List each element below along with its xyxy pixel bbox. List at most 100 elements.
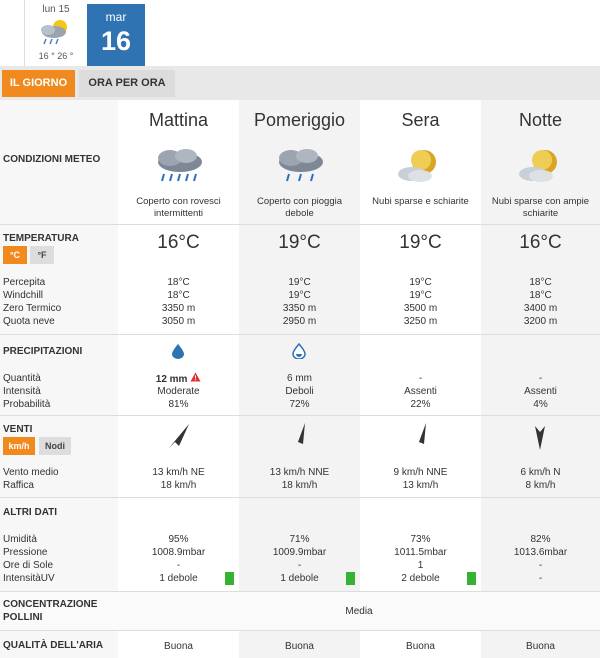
temperature-section: TEMPERATURA °C °F 16°C 19°C 19°C 16°C Pe… <box>0 225 600 335</box>
cell: 95% <box>168 534 189 545</box>
col-pomeriggio: Pomeriggio <box>253 110 346 130</box>
row-label-intensita-uv: IntensitàUV <box>3 573 55 584</box>
rain-drop-outline-icon <box>292 343 306 359</box>
row-label-probabilita: Probabilità <box>3 399 51 410</box>
view-tabs: IL GIORNO ORA PER ORA <box>0 66 600 100</box>
wind-section: VENTI km/h Nodi Vento medio Raffica 13 k… <box>0 416 600 498</box>
cell: 1009.9mbar <box>272 547 327 558</box>
cell: 3200 m <box>523 316 558 327</box>
pollen-label-line1: CONCENTRAZIONE <box>3 599 98 610</box>
cell: Deboli <box>285 386 314 397</box>
tab-ora-per-ora[interactable]: ORA PER ORA <box>79 70 175 97</box>
day-tab-mar-16[interactable]: mar 16 <box>87 4 145 66</box>
row-label-umidita: Umidità <box>3 534 37 545</box>
row-label-raffica: Raffica <box>3 480 34 491</box>
pollen-section: CONCENTRAZIONE POLLINI Media <box>0 592 600 631</box>
uv-indicator <box>346 572 355 585</box>
temp-value: 16°C <box>519 232 562 253</box>
cell: Assenti <box>524 386 557 397</box>
cell: - <box>418 373 423 384</box>
day-label: lun 15 <box>42 4 70 15</box>
cell: Assenti <box>404 386 437 397</box>
air-quality-label: QUALITÀ DELL'ARIA <box>3 640 104 651</box>
cell: 18 km/h <box>160 480 197 491</box>
col-sera: Sera <box>401 110 440 130</box>
cell: - <box>297 560 302 571</box>
condition-desc: Nubi sparse con ampie schiarite <box>491 196 590 219</box>
temperature-label: TEMPERATURA <box>3 233 79 244</box>
cell: 73% <box>410 534 431 545</box>
cell: - <box>538 373 543 384</box>
temp-value: 19°C <box>399 232 442 253</box>
cell: 18°C <box>529 277 552 288</box>
row-label-quota-neve: Quota neve <box>3 316 55 327</box>
unit-celsius-button[interactable]: °C <box>3 246 27 264</box>
cell: 1 debole <box>280 573 319 584</box>
precipitation-label: PRECIPITAZIONI <box>3 346 83 357</box>
cell: 3500 m <box>403 303 438 314</box>
row-label-zero-termico: Zero Termico <box>3 303 62 314</box>
cell: Moderate <box>157 386 200 397</box>
day-tab-lun-15[interactable]: lun 15 16 ° 26 ° <box>27 0 85 66</box>
cell: 71% <box>289 534 310 545</box>
row-label-percepita: Percepita <box>3 277 46 288</box>
day-number: 16 <box>100 26 132 56</box>
cell: 18°C <box>167 290 190 301</box>
rain-cloud-sun-icon <box>41 20 67 45</box>
cell: 6 km/h N <box>520 467 561 478</box>
cell: 22% <box>410 399 431 410</box>
row-label-ore-di-sole: Ore di Sole <box>3 560 54 571</box>
uv-indicator <box>225 572 234 585</box>
row-label-quantita: Quantità <box>3 373 41 384</box>
condition-desc: Coperto con pioggia debole <box>256 196 343 219</box>
light-rain-icon <box>279 149 323 182</box>
air-quality-section: QUALITÀ DELL'ARIA Buona Buona Buona Buon… <box>0 631 600 658</box>
precipitation-section: PRECIPITAZIONI Quantità Intensità Probab… <box>0 335 600 416</box>
cell: 6 mm <box>287 373 312 384</box>
row-label-vento-medio: Vento medio <box>3 467 59 478</box>
cell: 18°C <box>529 290 552 301</box>
unit-kmh-button[interactable]: km/h <box>3 437 35 455</box>
cell: 18 km/h <box>281 480 318 491</box>
cell: 9 km/h NNE <box>393 467 448 478</box>
cell: Buona <box>285 641 314 652</box>
cell: 8 km/h <box>525 480 556 491</box>
heavy-rain-icon <box>158 149 202 182</box>
cell: Buona <box>164 641 193 652</box>
conditions-label: CONDIZIONI METEO <box>3 154 101 165</box>
pollen-value: Media <box>345 606 373 617</box>
wind-direction-nne-icon <box>416 423 426 450</box>
cell: 2 debole <box>401 573 440 584</box>
cell: 2950 m <box>282 316 317 327</box>
condition-desc: Coperto con rovesci intermittenti <box>136 196 221 219</box>
cell: 3250 m <box>403 316 438 327</box>
unit-fahrenheit-button[interactable]: °F <box>30 246 54 264</box>
cell: 13 km/h NNE <box>269 467 330 478</box>
other-data-section: ALTRI DATI Umidità Pressione Ore di Sole… <box>0 498 600 592</box>
temp-value: 16°C <box>157 232 200 253</box>
wind-direction-n-icon <box>535 426 545 450</box>
cell: 82% <box>530 534 551 545</box>
cell: 4% <box>533 399 548 410</box>
partly-cloudy-night-icon <box>519 150 557 182</box>
cell: 13 km/h <box>402 480 439 491</box>
row-label-pressione: Pressione <box>3 547 48 558</box>
unit-knots-button[interactable]: Nodi <box>39 437 71 455</box>
cell: Buona <box>526 641 555 652</box>
uv-indicator <box>467 572 476 585</box>
rain-drop-filled-icon <box>172 344 184 359</box>
other-data-label: ALTRI DATI <box>3 507 58 518</box>
cell: 19°C <box>288 290 311 301</box>
wind-label: VENTI <box>3 424 33 435</box>
cell: 1008.9mbar <box>151 547 206 558</box>
cell: - <box>538 560 543 571</box>
cell: Buona <box>406 641 435 652</box>
tab-il-giorno[interactable]: IL GIORNO <box>2 70 75 97</box>
cell: 3400 m <box>523 303 558 314</box>
col-notte: Notte <box>518 110 563 130</box>
cell: 1 debole <box>159 573 198 584</box>
day-temps: 16 ° 26 ° <box>38 51 74 61</box>
conditions-section: CONDIZIONI METEO Mattina Pomeriggio Sera… <box>0 100 600 225</box>
cell: 19°C <box>288 277 311 288</box>
cell: 19°C <box>409 277 432 288</box>
